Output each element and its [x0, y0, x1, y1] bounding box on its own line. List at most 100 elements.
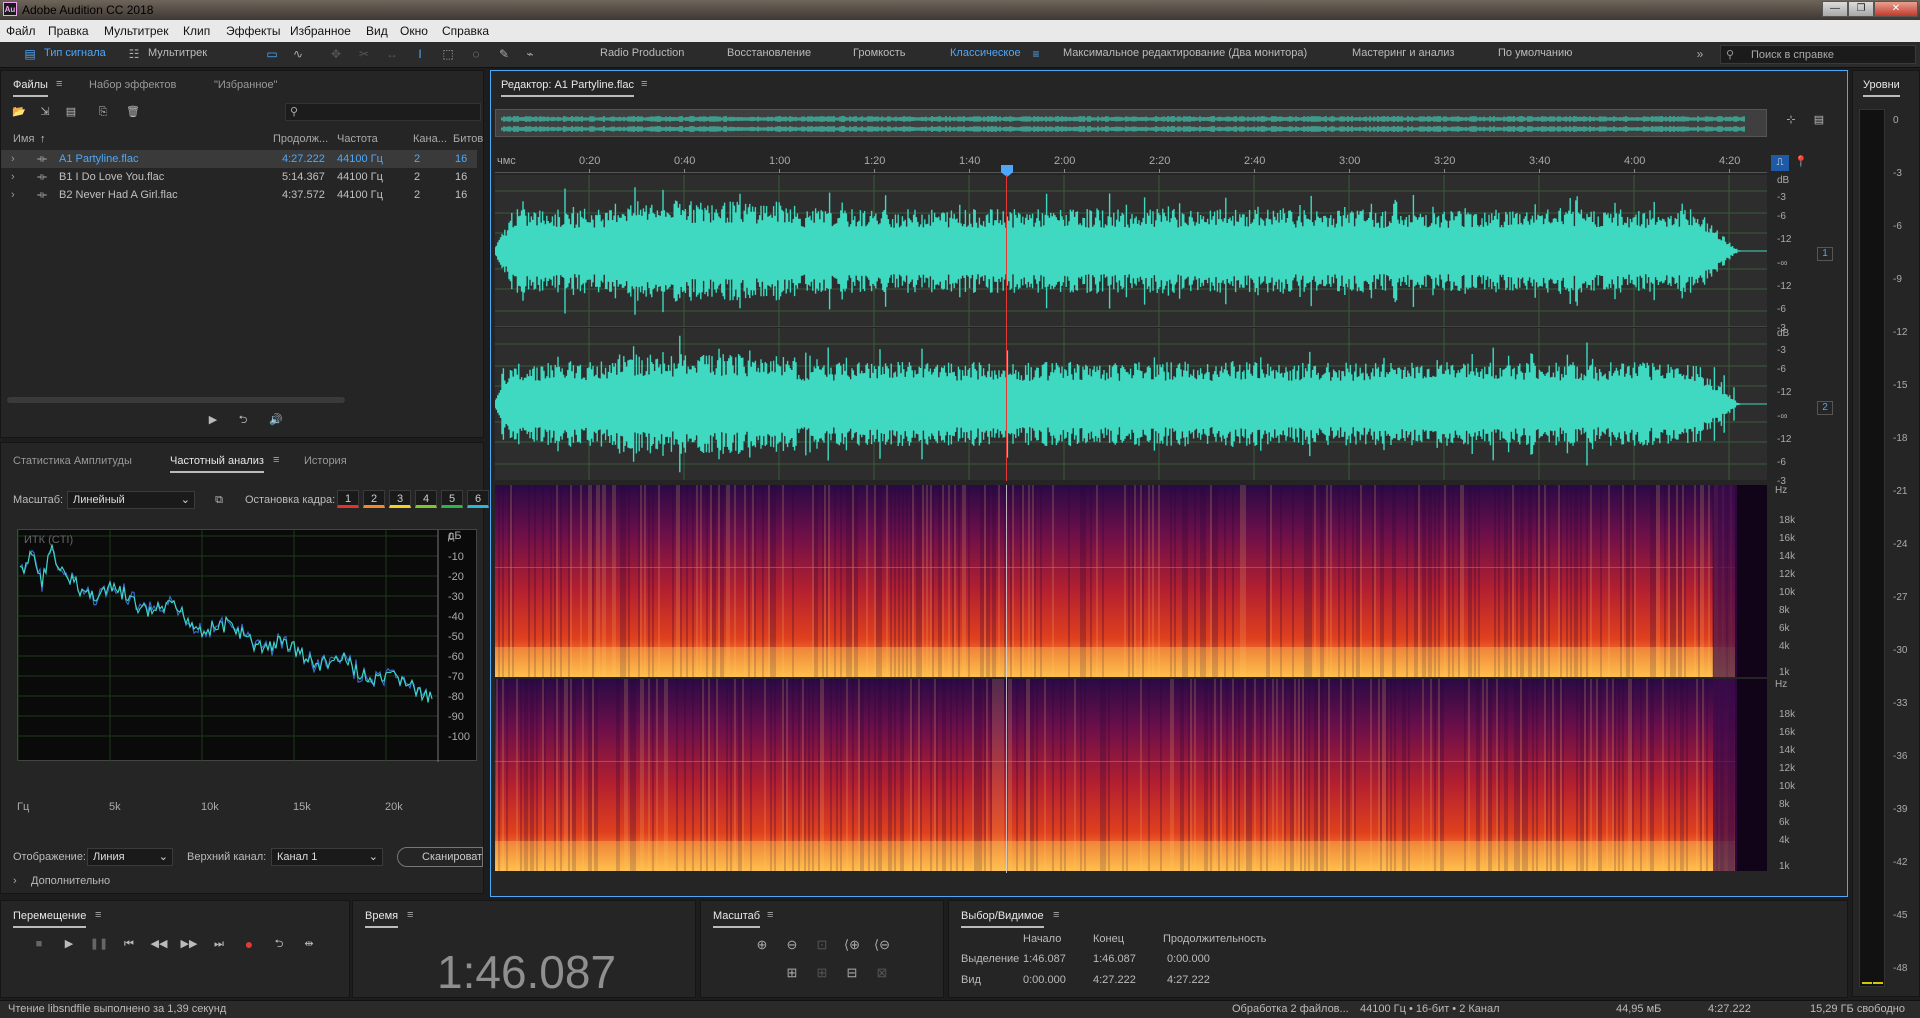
zoom-out-amplitude-icon[interactable]: ⊖	[783, 937, 801, 953]
freeze-frame-1[interactable]: 1	[337, 490, 359, 508]
spectrogram-channel-1[interactable]	[495, 485, 1767, 677]
zoom-overview-icon[interactable]: ⊹	[1781, 111, 1801, 129]
file-search-input[interactable]: ⚲	[285, 103, 481, 121]
delete-file-icon[interactable]: 🗑	[123, 103, 143, 121]
selection-menu-icon[interactable]: ≡	[1053, 909, 1059, 921]
editor-menu-icon[interactable]: ≡	[641, 78, 647, 90]
zoom-out-full-icon[interactable]: ⊟	[843, 965, 861, 981]
tab-history[interactable]: История	[304, 455, 347, 467]
display-dropdown[interactable]: Линия ⌄	[87, 848, 173, 866]
workspace-mastering[interactable]: Мастеринг и анализ	[1352, 47, 1454, 59]
waveform-view-icon[interactable]: ▤	[22, 47, 38, 61]
col-channels[interactable]: Кана...	[413, 133, 447, 145]
stop-icon[interactable]: ■	[29, 935, 49, 953]
view-options-icon[interactable]: ▤	[1809, 111, 1829, 129]
analysis-menu-icon[interactable]: ≡	[273, 454, 279, 466]
tab-amplitude-stats[interactable]: Статистика Амплитуды	[13, 455, 132, 467]
overview-navigator[interactable]	[495, 109, 1767, 137]
file-row[interactable]: › ⟛ B2 Never Had A Girl.flac 4:37.572 44…	[1, 186, 477, 204]
selection-start[interactable]: 1:46.087	[1023, 953, 1066, 965]
copy-graph-icon[interactable]: ⧉	[209, 491, 229, 509]
col-bits[interactable]: Битов	[453, 133, 483, 145]
autoplay-icon[interactable]: 🔊	[263, 411, 289, 429]
scale-dropdown[interactable]: Линейный ⌄	[67, 491, 195, 509]
new-file-icon[interactable]: ▤	[61, 103, 81, 121]
skip-selection-icon[interactable]: ⇹	[299, 935, 319, 953]
zoom-in-amplitude-icon[interactable]: ⊕	[753, 937, 771, 953]
close-button[interactable]: ✕	[1874, 1, 1918, 17]
workspace-default[interactable]: По умолчанию	[1498, 47, 1572, 59]
time-selection-tool-icon[interactable]: I	[412, 47, 428, 61]
move-tool-icon[interactable]: ✥	[328, 47, 344, 61]
menu-effects[interactable]: Эффекты	[226, 24, 281, 38]
scan-button[interactable]: Сканировать	[397, 847, 483, 867]
zoom-in-right-icon[interactable]: ⊞	[813, 965, 831, 981]
open-file-icon[interactable]: 📂	[9, 103, 29, 121]
zoom-in-selection-icon[interactable]: ⊡	[813, 937, 831, 953]
lasso-tool-icon[interactable]: ◌	[468, 47, 484, 61]
freeze-frame-2[interactable]: 2	[363, 490, 385, 508]
selection-duration[interactable]: 0:00.000	[1167, 953, 1210, 965]
tab-effects-rack[interactable]: Набор эффектов	[89, 79, 176, 91]
pin-icon[interactable]: 📍	[1791, 153, 1811, 171]
tab-files[interactable]: Файлы	[13, 79, 48, 97]
menu-window[interactable]: Окно	[400, 24, 428, 38]
loop-icon[interactable]: ⮌	[269, 935, 289, 953]
workspace-radio-production[interactable]: Radio Production	[600, 47, 684, 59]
col-duration[interactable]: Продолж...	[273, 133, 328, 145]
zoom-in-left-icon[interactable]: ⊞	[783, 965, 801, 981]
play-preview-icon[interactable]: ▶	[203, 411, 223, 429]
top-channel-dropdown[interactable]: Канал 1 ⌄	[271, 848, 383, 866]
razor-tool-icon[interactable]: ✂	[356, 47, 372, 61]
workspace-restore[interactable]: Восстановление	[727, 47, 811, 59]
play-icon[interactable]: ▶	[59, 935, 79, 953]
menu-clip[interactable]: Клип	[183, 24, 210, 38]
waveform-display-icon[interactable]: ▭	[264, 47, 280, 61]
zoom-to-selection-icon[interactable]: ⊠	[873, 965, 891, 981]
workspace-max-edit[interactable]: Максимальное редактирование (Два монитор…	[1063, 47, 1307, 59]
advanced-section[interactable]: Дополнительно	[31, 875, 110, 887]
file-row[interactable]: › ⟛ B1 I Do Love You.flac 5:14.367 44100…	[1, 168, 477, 186]
time-menu-icon[interactable]: ≡	[407, 909, 413, 921]
headphone-icon[interactable]: ⎍	[1771, 155, 1789, 171]
menu-favorites[interactable]: Избранное	[290, 24, 351, 38]
menu-help[interactable]: Справка	[442, 24, 489, 38]
freeze-frame-3[interactable]: 3	[389, 490, 411, 508]
freeze-frame-6[interactable]: 6	[467, 490, 489, 508]
workspace-menu-icon[interactable]: ≡	[1028, 47, 1044, 61]
brush-tool-icon[interactable]: ✎	[496, 47, 512, 61]
expand-chevron-icon[interactable]: ›	[11, 189, 15, 201]
col-name[interactable]: Имя	[13, 133, 34, 145]
selection-end[interactable]: 1:46.087	[1093, 953, 1136, 965]
workspace-loudness[interactable]: Громкость	[853, 47, 905, 59]
maximize-button[interactable]: ❐	[1848, 1, 1874, 17]
time-ruler[interactable]: чмс 0:20 0:40 1:00 1:20 1:40 2:00 2:20 2:40 3:00…	[495, 153, 1767, 173]
expand-chevron-icon[interactable]: ›	[11, 153, 15, 165]
view-end[interactable]: 4:27.222	[1093, 974, 1136, 986]
skip-back-icon[interactable]: ⏮	[119, 935, 139, 953]
zoom-in-time-icon[interactable]: ⟨⊕	[843, 937, 861, 953]
waveform-channel-1[interactable]	[494, 175, 1767, 327]
tab-frequency-analysis[interactable]: Частотный анализ	[170, 455, 264, 473]
spectrogram-channel-2[interactable]	[495, 679, 1767, 871]
skip-forward-icon[interactable]: ⏭	[209, 935, 229, 953]
col-rate[interactable]: Частота	[337, 133, 378, 145]
insert-multitrack-icon[interactable]: ⎘	[93, 103, 113, 121]
multitrack-icon[interactable]: ☷	[126, 47, 142, 61]
waveform-channel-2[interactable]	[494, 328, 1767, 480]
help-search-field[interactable]: ⚲ Поиск в справке	[1720, 45, 1916, 64]
tab-favorites[interactable]: "Избранное"	[214, 79, 278, 91]
channel-1-badge[interactable]: 1	[1817, 247, 1833, 261]
record-icon[interactable]: ●	[239, 935, 259, 953]
files-panel-menu-icon[interactable]: ≡	[56, 78, 62, 90]
menu-file[interactable]: Файл	[6, 24, 36, 38]
expand-chevron-icon[interactable]: ›	[11, 171, 15, 183]
pause-icon[interactable]: ❚❚	[89, 935, 109, 953]
signal-type-button[interactable]: Тип сигнала	[44, 47, 106, 59]
expand-chevron-icon[interactable]: ›	[13, 875, 17, 887]
marquee-tool-icon[interactable]: ⬚	[440, 47, 456, 61]
zoom-out-time-icon[interactable]: ⟨⊖	[873, 937, 891, 953]
minimize-button[interactable]: —	[1822, 1, 1848, 17]
freeze-frame-4[interactable]: 4	[415, 490, 437, 508]
slip-tool-icon[interactable]: ↔	[384, 47, 400, 61]
